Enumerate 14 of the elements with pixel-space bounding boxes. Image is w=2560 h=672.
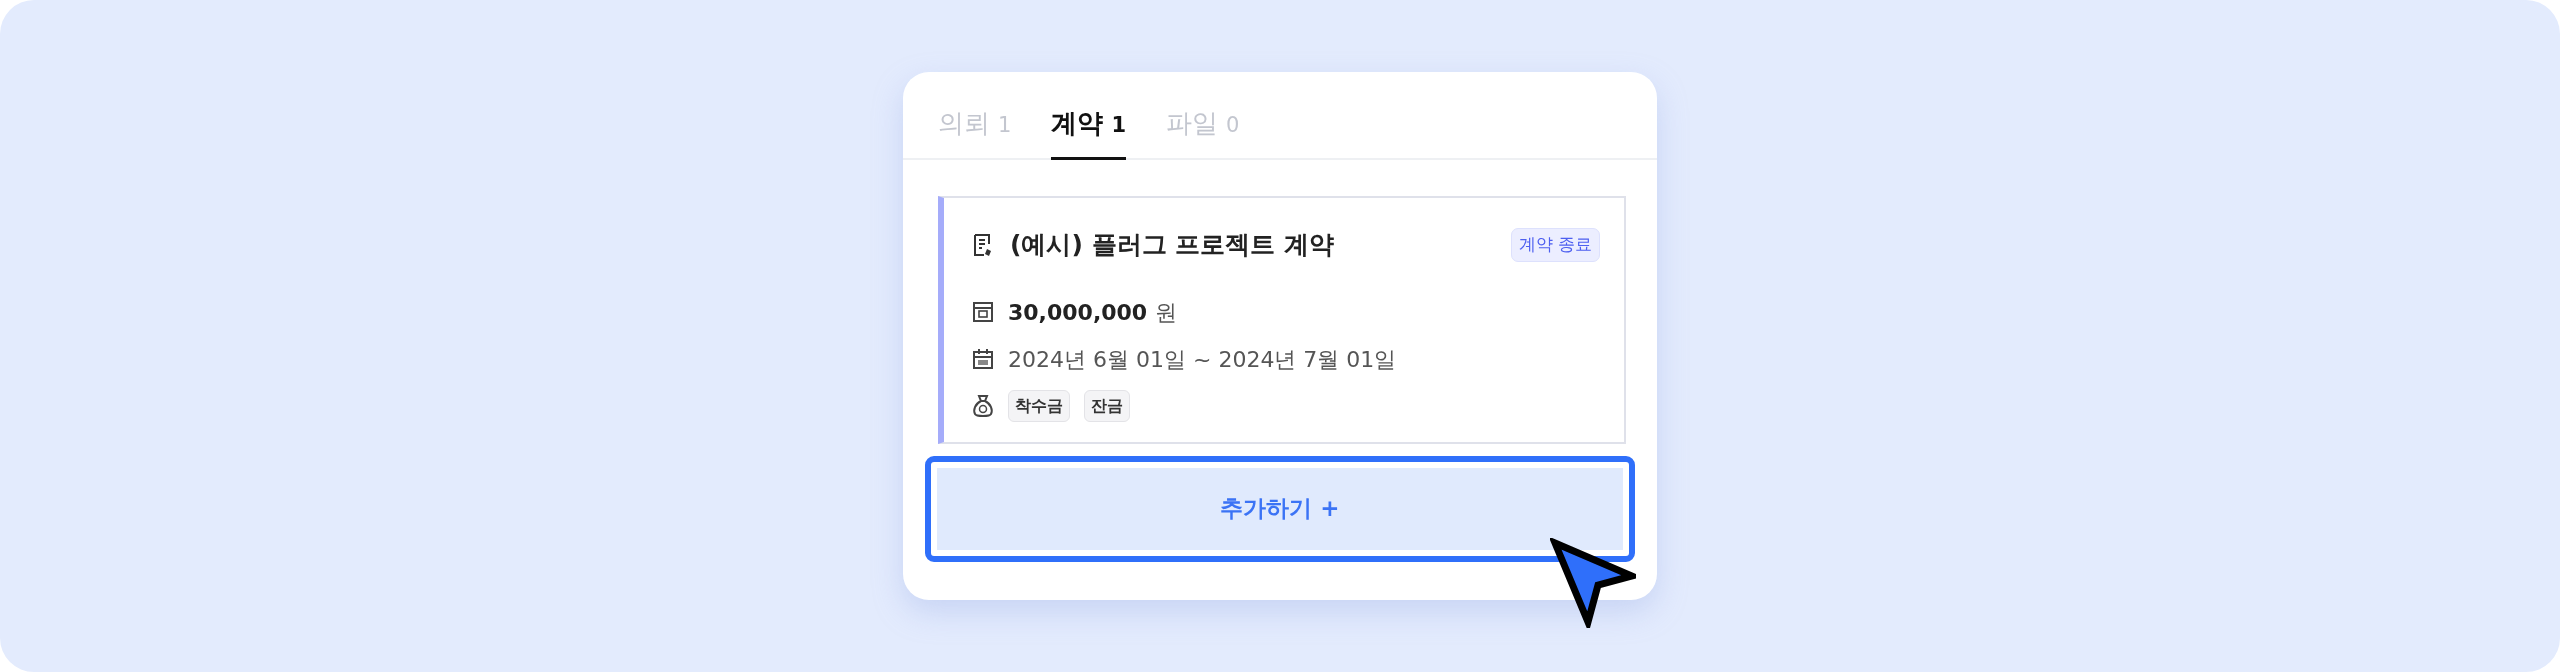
currency-text: 원 — [1155, 298, 1178, 327]
amount-text: 30,000,000 — [1008, 298, 1148, 327]
cursor-icon — [1550, 538, 1636, 628]
payment-tag: 착수금 — [1008, 389, 1070, 422]
payment-tag: 잔금 — [1084, 389, 1130, 422]
tab[interactable]: 계약 1 — [1051, 104, 1126, 160]
money-bag-icon — [972, 393, 994, 418]
status-badge: 계약 종료 — [1510, 228, 1600, 262]
cash-icon — [972, 301, 994, 323]
contract-card[interactable]: (예시) 플러그 프로젝트 계약 계약 종료 30,000,000 원 2024년 6월 01일 ~ 2024년 7월 01일 착수금 잔금 — [938, 196, 1626, 444]
period-text: 2024년 6월 01일 ~ 2024년 7월 01일 — [1008, 345, 1397, 374]
contract-title: (예시) 플러그 프로젝트 계약 — [1010, 229, 1334, 261]
calendar-icon — [972, 348, 994, 370]
document-icon — [972, 232, 994, 257]
